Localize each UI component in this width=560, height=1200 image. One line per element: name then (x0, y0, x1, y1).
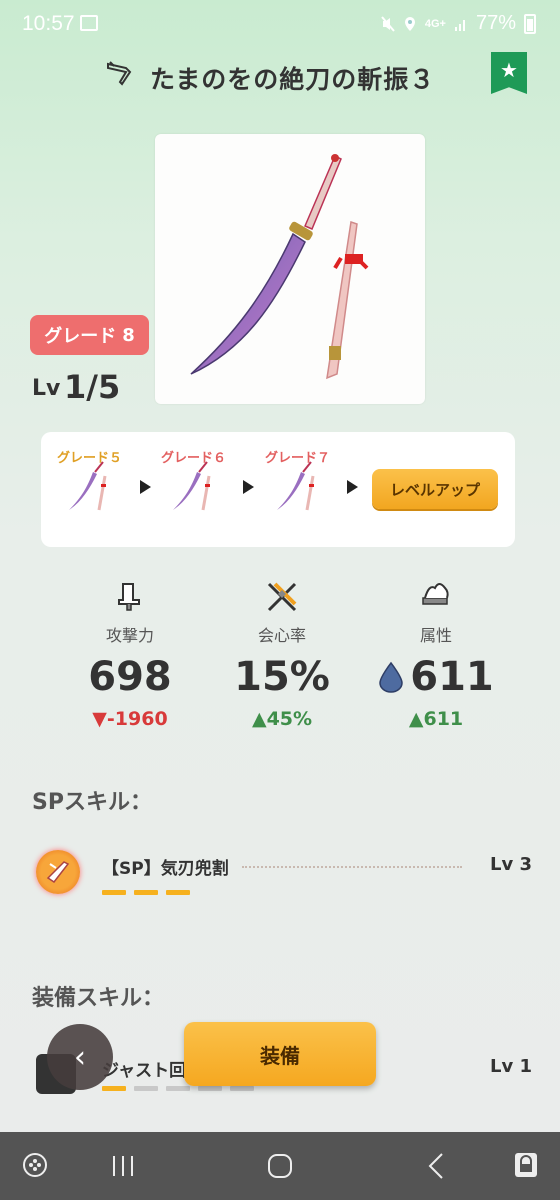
network-label: 4G+ (424, 17, 446, 30)
back-icon[interactable] (426, 1152, 446, 1180)
signal-icon (454, 19, 465, 31)
location-icon (404, 16, 415, 31)
chevron-left-icon: ‹ (74, 1039, 86, 1075)
skill-level-pips (102, 890, 190, 895)
stat-value: 15% (234, 654, 330, 700)
stat-label: 攻撃力 (105, 626, 154, 645)
image-notification-icon (80, 15, 98, 31)
stat-diff: ▼-1960 (92, 708, 168, 730)
skill-level: Lv 1 (490, 1056, 532, 1077)
stat-label: 会心率 (257, 626, 306, 645)
stat-value-row: 611 (356, 654, 516, 700)
level-pip (134, 890, 158, 895)
stat-critical: 会心率 15% ▲45% (202, 580, 362, 730)
level-pip (134, 1086, 158, 1091)
system-navigation-bar (0, 1132, 560, 1200)
level-value: 1/5 (64, 368, 121, 406)
recent-apps-icon[interactable] (110, 1154, 136, 1178)
critical-icon (267, 582, 297, 612)
equip-skills-heading: 装備スキル： (32, 986, 165, 1011)
screen-lock-icon[interactable] (512, 1150, 540, 1180)
floating-back-button[interactable]: ‹ (47, 1024, 113, 1090)
arrow-right-icon (347, 480, 358, 494)
battery-icon (524, 13, 536, 34)
sp-skills-heading: SPスキル： (32, 790, 152, 815)
sp-skill-row[interactable]: 【SP】気刃兜割 Lv 3 (32, 850, 532, 910)
stat-label: 属性 (419, 626, 452, 645)
arrow-right-icon (243, 480, 254, 494)
weapon-thumbnail-icon (173, 461, 211, 511)
home-icon[interactable] (266, 1152, 294, 1180)
level-pip (102, 1086, 126, 1091)
sp-skill-sword-icon (36, 850, 80, 894)
attack-icon (118, 583, 140, 611)
level-pip (166, 890, 190, 895)
equip-button[interactable]: 装備 (184, 1022, 376, 1086)
favorite-bookmark-button[interactable]: ★ (491, 52, 527, 94)
title-bar: たまのをの絶刀の斬振３ ★ (0, 52, 560, 102)
weapon-thumbnail-icon (277, 461, 315, 511)
grade-badge: グレード 8 (30, 315, 149, 355)
water-drop-icon (379, 661, 404, 693)
stat-element: 属性 611 ▲611 (356, 580, 516, 730)
level-pip (230, 1086, 254, 1091)
status-indicators: 4G+ 77% (381, 12, 536, 35)
status-time: 10:57 (22, 12, 75, 35)
dotted-leader (242, 866, 462, 868)
weapon-thumbnail-icon (69, 461, 107, 511)
level-pip (166, 1086, 190, 1091)
skill-level: Lv 3 (490, 854, 532, 875)
long-sword-icon (107, 61, 132, 86)
page-title: たまのをの絶刀の斬振３ (150, 65, 436, 94)
weapon-image (190, 154, 369, 380)
stat-attack: 攻撃力 698 ▼-1960 (50, 580, 210, 730)
stat-diff: ▲611 (408, 708, 464, 730)
level-up-button[interactable]: レベルアップ (372, 469, 498, 509)
skill-level-pips (102, 1086, 254, 1091)
stat-diff: ▲45% (251, 708, 313, 730)
game-tools-icon[interactable] (22, 1152, 48, 1178)
skill-name: 【SP】気刃兜割 (102, 859, 229, 879)
star-icon: ★ (500, 58, 518, 82)
grade-value: 8 (122, 324, 135, 346)
level-prefix: Lv (32, 376, 61, 401)
weapon-image-card (155, 134, 425, 404)
skill-name: ジャスト回 (102, 1061, 187, 1081)
level-pip (198, 1086, 222, 1091)
arrow-right-icon (140, 480, 151, 494)
element-icon (422, 583, 449, 605)
battery-percent: 77% (475, 12, 516, 34)
status-bar: 10:57 4G+ 77% (0, 0, 560, 52)
stat-value: 698 (88, 654, 172, 700)
stat-value: 611 (410, 654, 494, 700)
grade-upgrade-panel: グレード５ グレード６ グレード７ レベルアップ (41, 432, 515, 547)
mute-icon (381, 15, 395, 32)
grade-label: グレード (44, 326, 117, 347)
level-pip (102, 890, 126, 895)
